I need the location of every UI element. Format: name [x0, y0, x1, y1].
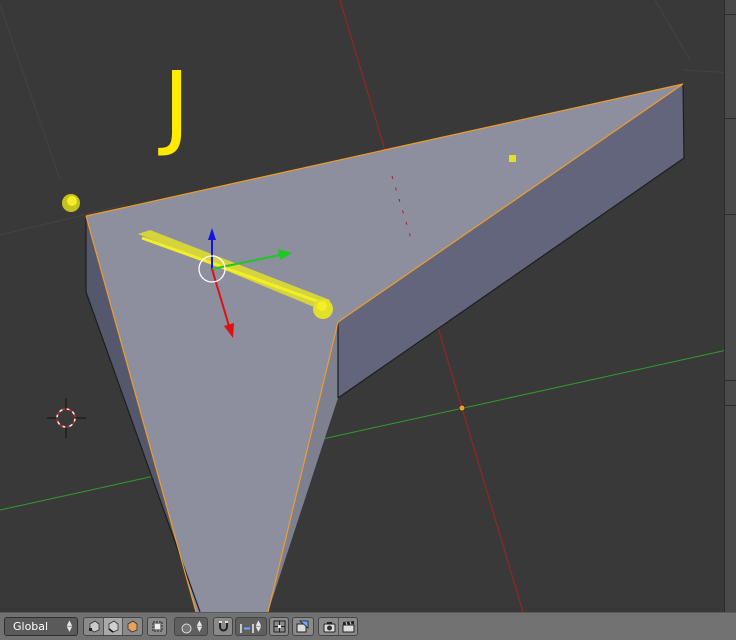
grid-line: [654, 0, 691, 61]
grease-pencil-dot: [509, 155, 516, 162]
render-animation-icon[interactable]: [339, 618, 358, 635]
select-mode-vertex-icon[interactable]: [85, 618, 104, 635]
grease-pencil-blob: [67, 196, 77, 206]
3d-cursor-icon[interactable]: [47, 398, 86, 438]
chevron-updown-icon: ▲ ▼: [66, 619, 73, 633]
snap-magnet-icon[interactable]: [213, 617, 233, 636]
snap-element-icon: [240, 620, 254, 639]
render-icon[interactable]: [292, 617, 314, 636]
hint-letter: J: [163, 52, 191, 159]
proportional-editing-icon: [180, 620, 193, 639]
viewport-header: Global ▲ ▼ ▲ ▼ ▲ ▼: [0, 612, 736, 640]
3d-cursor-ring: [56, 408, 76, 428]
transform-orientation-select[interactable]: Global ▲ ▼: [4, 617, 78, 636]
limit-to-visible-icon[interactable]: [147, 617, 167, 636]
select-mode-group: [83, 617, 143, 636]
chevron-updown-icon: ▲ ▼: [196, 619, 203, 633]
chevron-updown-icon: ▲ ▼: [255, 619, 262, 633]
snap-element-select[interactable]: ▲ ▼: [235, 617, 267, 636]
transform-orientation-label: Global: [13, 620, 49, 633]
world-origin-point: [458, 404, 466, 412]
select-mode-edge-icon[interactable]: [104, 618, 123, 635]
render-still-button[interactable]: [320, 618, 339, 635]
right-region-edge[interactable]: [724, 0, 736, 612]
viewport-canvas[interactable]: [0, 0, 736, 612]
proportional-editing-select[interactable]: ▲ ▼: [174, 617, 208, 636]
snap-target-icon[interactable]: [269, 617, 289, 636]
3d-viewport[interactable]: J: [0, 0, 736, 612]
select-mode-face-icon[interactable]: [123, 618, 142, 635]
render-buttons-group: [318, 617, 358, 636]
grease-pencil-blob: [317, 301, 327, 311]
grid-line: [0, 4, 61, 181]
